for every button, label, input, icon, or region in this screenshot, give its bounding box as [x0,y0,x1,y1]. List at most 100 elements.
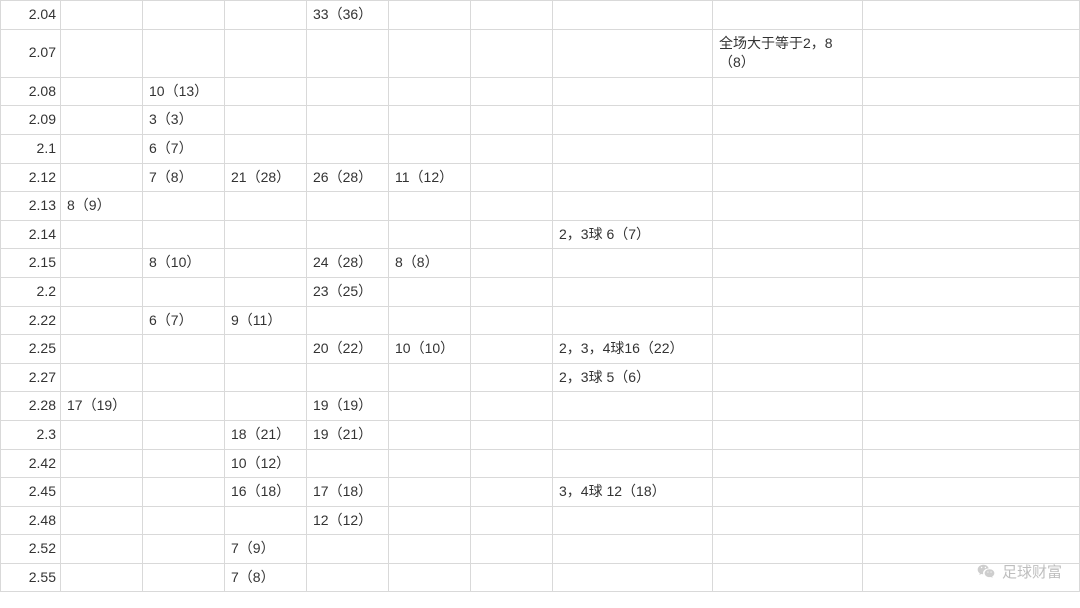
row-key-cell: 2.45 [1,478,61,507]
data-cell: 10（12） [225,449,307,478]
data-cell: 23（25） [307,277,389,306]
data-cell: 20（22） [307,335,389,364]
data-cell [61,163,143,192]
data-cell: 24（28） [307,249,389,278]
data-cell [225,29,307,77]
data-cell [553,163,713,192]
data-cell [713,363,863,392]
data-cell [863,506,1080,535]
data-cell [471,77,553,106]
data-cell: 10（13） [143,77,225,106]
data-cell [471,249,553,278]
data-cell [225,1,307,30]
data-cell: 6（7） [143,306,225,335]
data-cell [389,506,471,535]
data-cell [143,220,225,249]
data-cell [307,134,389,163]
table-row: 2.557（8） [1,563,1080,592]
row-key-cell: 2.55 [1,563,61,592]
data-cell: 11（12） [389,163,471,192]
data-cell [389,420,471,449]
data-cell [713,249,863,278]
data-cell [61,506,143,535]
data-cell [389,392,471,421]
data-cell [307,363,389,392]
data-cell [713,192,863,221]
data-cell [553,77,713,106]
data-cell [471,420,553,449]
data-cell: 3，4球 12（18） [553,478,713,507]
data-cell [863,277,1080,306]
data-cell [863,134,1080,163]
row-key-cell: 2.2 [1,277,61,306]
table-row: 2.158（10）24（28）8（8） [1,249,1080,278]
data-cell [61,29,143,77]
data-cell [553,277,713,306]
row-key-cell: 2.22 [1,306,61,335]
data-cell [863,192,1080,221]
data-cell [553,506,713,535]
data-cell [225,506,307,535]
data-cell [553,106,713,135]
data-cell [471,478,553,507]
data-cell [389,1,471,30]
data-cell [61,277,143,306]
data-cell [225,134,307,163]
data-cell [143,478,225,507]
data-cell [61,134,143,163]
data-cell [553,535,713,564]
data-cell [713,506,863,535]
table-row: 2.272，3球 5（6） [1,363,1080,392]
data-cell [389,192,471,221]
data-cell [225,335,307,364]
data-cell [471,1,553,30]
data-cell: 33（36） [307,1,389,30]
data-cell: 16（18） [225,478,307,507]
data-cell: 8（8） [389,249,471,278]
data-cell [307,306,389,335]
row-key-cell: 2.12 [1,163,61,192]
data-cell [61,563,143,592]
data-cell [713,106,863,135]
data-cell [713,134,863,163]
table-row: 2.4812（12） [1,506,1080,535]
table-row: 2.07全场大于等于2，8（8） [1,29,1080,77]
data-cell [553,306,713,335]
data-cell: 18（21） [225,420,307,449]
data-cell [61,420,143,449]
data-cell [307,535,389,564]
data-cell [713,420,863,449]
table-row: 2.142，3球 6（7） [1,220,1080,249]
row-key-cell: 2.13 [1,192,61,221]
data-cell [143,535,225,564]
row-key-cell: 2.14 [1,220,61,249]
row-key-cell: 2.09 [1,106,61,135]
data-cell [61,478,143,507]
table-row: 2.0433（36） [1,1,1080,30]
data-cell: 6（7） [143,134,225,163]
table-row: 2.138（9） [1,192,1080,221]
data-cell [143,192,225,221]
data-cell [389,563,471,592]
row-key-cell: 2.27 [1,363,61,392]
data-cell [713,563,863,592]
table-row: 2.527（9） [1,535,1080,564]
data-cell [61,77,143,106]
data-cell [471,29,553,77]
data-cell [61,106,143,135]
data-cell [863,77,1080,106]
data-cell [307,563,389,592]
data-cell [553,392,713,421]
data-cell [863,535,1080,564]
data-cell [713,535,863,564]
data-cell [713,478,863,507]
data-cell: 全场大于等于2，8（8） [713,29,863,77]
data-cell [389,478,471,507]
data-cell [143,392,225,421]
table-row: 2.2 23（25） [1,277,1080,306]
data-cell [863,563,1080,592]
data-cell [553,1,713,30]
data-cell: 8（9） [61,192,143,221]
data-cell: 26（28） [307,163,389,192]
data-cell [225,192,307,221]
